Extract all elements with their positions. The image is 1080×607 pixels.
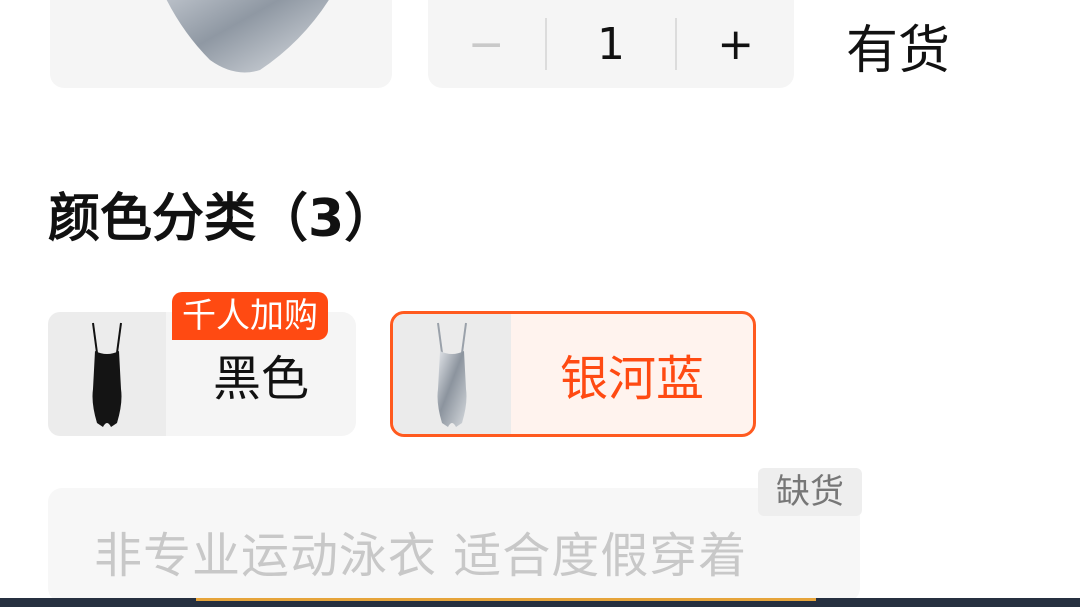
option-thumbnail <box>393 314 511 434</box>
stock-status: 有货 <box>846 21 951 81</box>
increase-button[interactable]: + <box>677 0 794 88</box>
quantity-stepper[interactable]: − 1 + <box>428 0 794 88</box>
unavailable-option-label: 非专业运动泳衣 适合度假穿着 <box>94 528 748 584</box>
quantity-value[interactable]: 1 <box>547 0 676 88</box>
out-of-stock-badge: 缺货 <box>758 468 862 516</box>
popular-badge: 千人加购 <box>172 292 328 340</box>
option-label: 黑色 <box>212 351 309 407</box>
decrease-button[interactable]: − <box>428 0 545 88</box>
option-label: 银河蓝 <box>559 351 704 407</box>
swimsuit-silver-image <box>166 0 329 73</box>
swimsuit-black-image <box>92 322 122 427</box>
swimsuit-silver-image <box>437 322 467 427</box>
color-section-title: 颜色分类（3） <box>48 189 397 249</box>
option-thumbnail <box>48 312 166 436</box>
product-image[interactable] <box>50 0 392 88</box>
bottom-accent <box>196 598 816 601</box>
color-option-silver-blue[interactable]: 银河蓝 <box>390 311 756 437</box>
